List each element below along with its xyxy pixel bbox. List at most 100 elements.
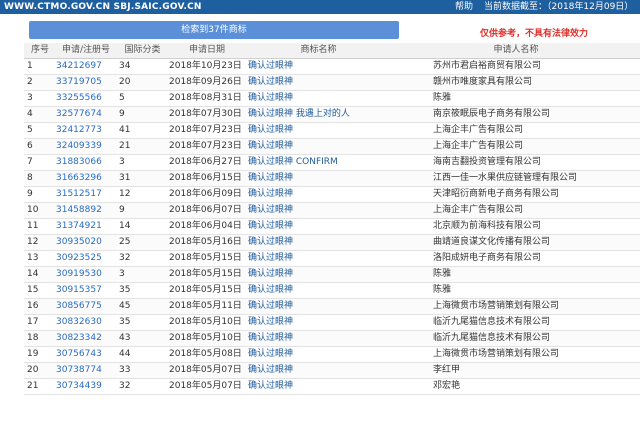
table-row[interactable]: 8 31663296 31 2018年06月15日 确认过眼神 江西一佳一水果供应链管理有…: [24, 170, 640, 187]
row-number: 19: [24, 346, 53, 363]
applicant-name: 上海企丰广告有限公司: [389, 138, 640, 155]
registration-number-link[interactable]: 30832630: [53, 314, 116, 331]
result-count-button[interactable]: 检索到37件商标: [29, 21, 399, 39]
trademark-table: 序号 申请/注册号 国际分类 申请日期 商标名称 申请人名称 1 34212697…: [24, 43, 640, 395]
table-row[interactable]: 12 30935020 25 2018年05月16日 确认过眼神 曲靖道良谋文化传播有限公…: [24, 234, 640, 251]
registration-number-link[interactable]: 31512517: [53, 186, 116, 203]
intl-class: 32: [116, 378, 166, 395]
trademark-name-link[interactable]: 确认过眼神 CONFIRM: [245, 154, 389, 171]
application-date: 2018年05月10日: [166, 330, 245, 347]
intl-class: 25: [116, 234, 166, 251]
registration-number-link[interactable]: 30935020: [53, 234, 116, 251]
application-date: 2018年05月07日: [166, 378, 245, 395]
column-header-mark-name: 商标名称: [245, 43, 389, 59]
registration-number-link[interactable]: 34212697: [53, 58, 116, 75]
intl-class: 44: [116, 346, 166, 363]
table-row[interactable]: 2 33719705 20 2018年09月26日 确认过眼神 赣州市唯度家具有限公司: [24, 74, 640, 91]
application-date: 2018年06月09日: [166, 186, 245, 203]
applicant-name: 李红甲: [389, 362, 640, 379]
trademark-name-link[interactable]: 确认过眼神: [245, 362, 389, 379]
registration-number-link[interactable]: 33255566: [53, 90, 116, 107]
trademark-name-link[interactable]: 确认过眼神 我遇上对的人: [245, 106, 389, 123]
registration-number-link[interactable]: 30738774: [53, 362, 116, 379]
applicant-name: 上海微贯市场营销策划有限公司: [389, 298, 640, 315]
table-row[interactable]: 14 30919530 3 2018年05月15日 确认过眼神 陈雅: [24, 266, 640, 283]
trademark-name-link[interactable]: 确认过眼神: [245, 202, 389, 219]
row-number: 9: [24, 186, 53, 203]
column-header-reg: 申请/注册号: [53, 43, 116, 59]
trademark-name-link[interactable]: 确认过眼神: [245, 170, 389, 187]
application-date: 2018年09月26日: [166, 74, 245, 91]
intl-class: 35: [116, 282, 166, 299]
row-number: 6: [24, 138, 53, 155]
trademark-name-link[interactable]: 确认过眼神: [245, 266, 389, 283]
top-bar: WWW.CTMO.GOV.CN SBJ.SAIC.GOV.CN 帮助 当前数据截…: [0, 0, 640, 14]
registration-number-link[interactable]: 32412773: [53, 122, 116, 139]
table-row[interactable]: 10 31458892 9 2018年06月07日 确认过眼神 上海企丰广告有限公司: [24, 202, 640, 219]
registration-number-link[interactable]: 30734439: [53, 378, 116, 395]
application-date: 2018年06月27日: [166, 154, 245, 171]
registration-number-link[interactable]: 33719705: [53, 74, 116, 91]
trademark-name-link[interactable]: 确认过眼神: [245, 346, 389, 363]
applicant-name: 陈雅: [389, 282, 640, 299]
table-row[interactable]: 6 32409339 21 2018年07月23日 确认过眼神 上海企丰广告有限公司: [24, 138, 640, 155]
table-row[interactable]: 9 31512517 12 2018年06月09日 确认过眼神 天津昭衍商新电子商务有限公…: [24, 186, 640, 203]
table-row[interactable]: 21 30734439 32 2018年05月07日 确认过眼神 邓宏艳: [24, 378, 640, 395]
application-date: 2018年10月23日: [166, 58, 245, 75]
table-row[interactable]: 18 30823342 43 2018年05月10日 确认过眼神 临沂九尾猫信息技术有限公…: [24, 330, 640, 347]
registration-number-link[interactable]: 31663296: [53, 170, 116, 187]
trademark-name-link[interactable]: 确认过眼神: [245, 234, 389, 251]
row-number: 2: [24, 74, 53, 91]
help-link[interactable]: 帮助: [455, 0, 473, 14]
table-row[interactable]: 16 30856775 45 2018年05月11日 确认过眼神 上海微贯市场营销策划有限…: [24, 298, 640, 315]
registration-number-link[interactable]: 30756743: [53, 346, 116, 363]
registration-number-link[interactable]: 31374921: [53, 218, 116, 235]
trademark-name-link[interactable]: 确认过眼神: [245, 90, 389, 107]
table-row[interactable]: 19 30756743 44 2018年05月08日 确认过眼神 上海微贯市场营销策划有限…: [24, 346, 640, 363]
trademark-name-link[interactable]: 确认过眼神: [245, 122, 389, 139]
table-row[interactable]: 7 31883066 3 2018年06月27日 确认过眼神 CONFIRM 海南吉翻投资…: [24, 154, 640, 171]
application-date: 2018年06月15日: [166, 170, 245, 187]
intl-class: 5: [116, 90, 166, 107]
intl-class: 35: [116, 314, 166, 331]
trademark-name-link[interactable]: 确认过眼神: [245, 186, 389, 203]
table-row[interactable]: 17 30832630 35 2018年05月10日 确认过眼神 临沂九尾猫信息技术有限公…: [24, 314, 640, 331]
trademark-name-link[interactable]: 确认过眼神: [245, 314, 389, 331]
registration-number-link[interactable]: 31458892: [53, 202, 116, 219]
registration-number-link[interactable]: 30823342: [53, 330, 116, 347]
applicant-name: 临沂九尾猫信息技术有限公司: [389, 314, 640, 331]
trademark-name-link[interactable]: 确认过眼神: [245, 74, 389, 91]
application-date: 2018年05月07日: [166, 362, 245, 379]
trademark-name-link[interactable]: 确认过眼神: [245, 138, 389, 155]
registration-number-link[interactable]: 30915357: [53, 282, 116, 299]
registration-number-link[interactable]: 31883066: [53, 154, 116, 171]
registration-number-link[interactable]: 32577674: [53, 106, 116, 123]
table-row[interactable]: 5 32412773 41 2018年07月23日 确认过眼神 上海企丰广告有限公司: [24, 122, 640, 139]
trademark-name-link[interactable]: 确认过眼神: [245, 218, 389, 235]
application-date: 2018年06月04日: [166, 218, 245, 235]
application-date: 2018年05月08日: [166, 346, 245, 363]
table-row[interactable]: 4 32577674 9 2018年07月30日 确认过眼神 我遇上对的人 南京筱眠辰电子…: [24, 106, 640, 123]
intl-class: 9: [116, 106, 166, 123]
trademark-name-link[interactable]: 确认过眼神: [245, 298, 389, 315]
registration-number-link[interactable]: 32409339: [53, 138, 116, 155]
row-number: 10: [24, 202, 53, 219]
table-row[interactable]: 11 31374921 14 2018年06月04日 确认过眼神 北京顺为前海科技有限公司: [24, 218, 640, 235]
registration-number-link[interactable]: 30856775: [53, 298, 116, 315]
trademark-name-link[interactable]: 确认过眼神: [245, 282, 389, 299]
row-number: 3: [24, 90, 53, 107]
table-row[interactable]: 1 34212697 34 2018年10月23日 确认过眼神 苏州市君启裕商贸有限公司: [24, 58, 640, 75]
table-row[interactable]: 3 33255566 5 2018年08月31日 确认过眼神 陈雅: [24, 90, 640, 107]
trademark-name-link[interactable]: 确认过眼神: [245, 330, 389, 347]
table-row[interactable]: 20 30738774 33 2018年05月07日 确认过眼神 李红甲: [24, 362, 640, 379]
application-date: 2018年05月11日: [166, 298, 245, 315]
row-number: 16: [24, 298, 53, 315]
table-row[interactable]: 15 30915357 35 2018年05月15日 确认过眼神 陈雅: [24, 282, 640, 299]
intl-class: 14: [116, 218, 166, 235]
table-row[interactable]: 13 30923525 32 2018年05月15日 确认过眼神 洛阳成妍电子商务有限公司: [24, 250, 640, 267]
trademark-name-link[interactable]: 确认过眼神: [245, 58, 389, 75]
registration-number-link[interactable]: 30919530: [53, 266, 116, 283]
trademark-name-link[interactable]: 确认过眼神: [245, 378, 389, 395]
trademark-name-link[interactable]: 确认过眼神: [245, 250, 389, 267]
registration-number-link[interactable]: 30923525: [53, 250, 116, 267]
